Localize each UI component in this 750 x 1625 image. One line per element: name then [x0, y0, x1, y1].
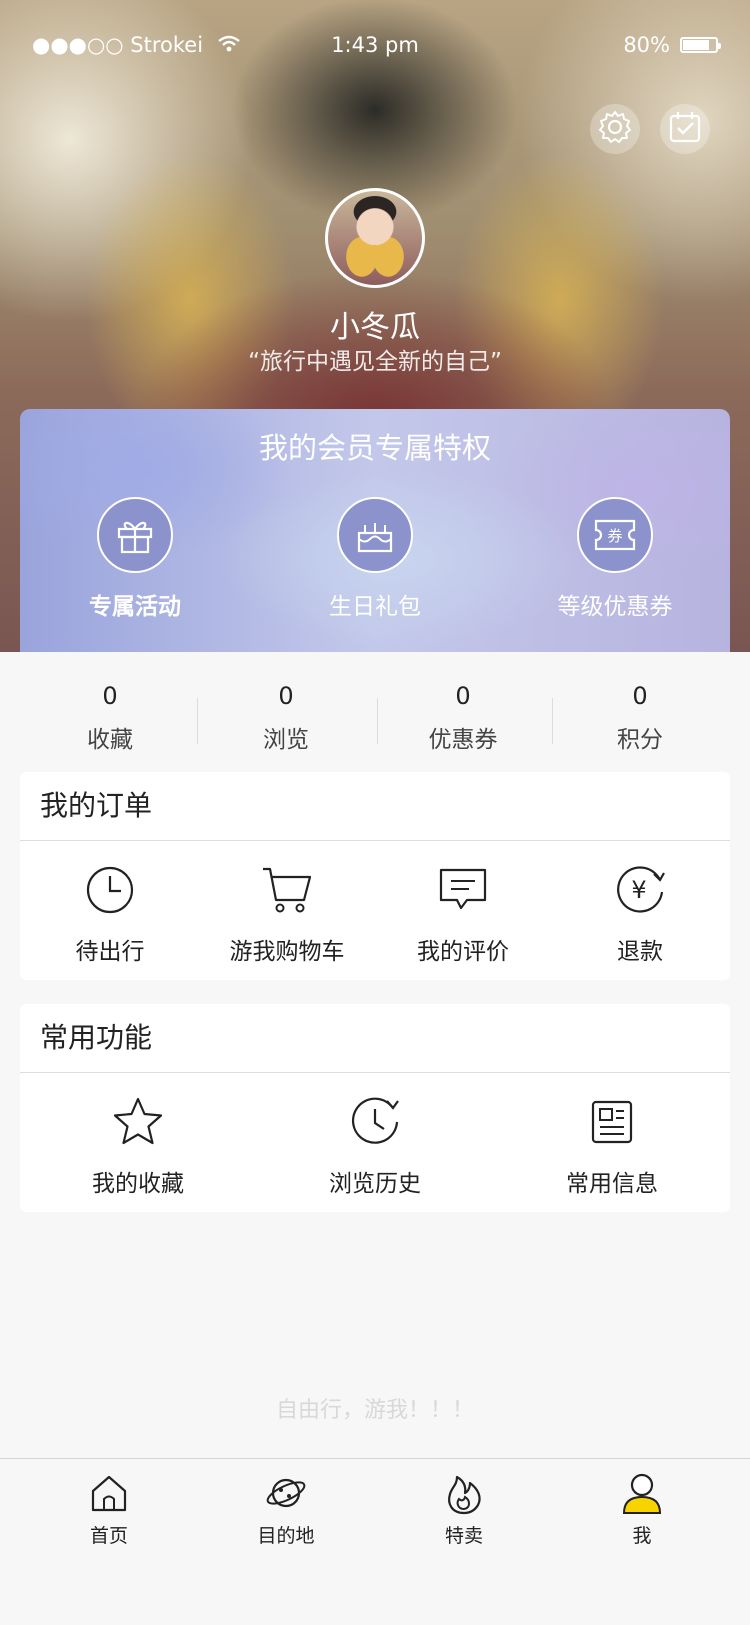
function-common-info[interactable]: 常用信息: [512, 1092, 712, 1198]
tab-bar: 首页 目的地 特卖 我: [0, 1458, 750, 1625]
battery-percent: 80%: [623, 33, 670, 57]
order-pending-trip[interactable]: 待出行: [20, 860, 200, 966]
vip-item-label: 生日礼包: [329, 594, 421, 620]
avatar[interactable]: [325, 188, 425, 288]
tab-home[interactable]: 首页: [49, 1469, 169, 1548]
refund-icon: ¥: [610, 860, 670, 920]
vip-item-label: 专属活动: [89, 594, 181, 620]
stat-label: 积分: [617, 727, 663, 753]
tab-label: 首页: [89, 1525, 128, 1547]
tab-label: 目的地: [257, 1525, 315, 1547]
functions-title: 常用功能: [20, 1004, 730, 1073]
functions-card: 常用功能 我的收藏 浏览历史 常用信息: [20, 1004, 730, 1212]
stat-favorites[interactable]: 0 收藏: [20, 682, 200, 754]
planet-icon: [262, 1469, 310, 1517]
refund-icon-text: ¥: [631, 876, 646, 904]
function-item-label: 我的收藏: [92, 1171, 184, 1197]
clock-icon: [80, 860, 140, 920]
stat-points[interactable]: 0 积分: [550, 682, 730, 754]
tab-sale[interactable]: 特卖: [404, 1469, 524, 1548]
function-history[interactable]: 浏览历史: [275, 1092, 475, 1198]
stat-label: 优惠券: [428, 727, 498, 753]
orders-title[interactable]: 我的订单: [20, 772, 730, 841]
orders-card: 我的订单 待出行 游我购物车 我的评价 ¥ 退款: [20, 772, 730, 980]
gear-icon: [597, 109, 633, 149]
order-item-label: 我的评价: [417, 939, 509, 965]
vip-privileges-card: 我的会员专属特权 专属活动 生日礼包 券 等级优惠券: [20, 409, 730, 653]
vip-item-activity[interactable]: 专属活动: [35, 497, 235, 621]
order-cart[interactable]: 游我购物车: [197, 860, 377, 966]
info-icon: [582, 1092, 642, 1152]
user-motto: “旅行中遇见全新的自己”: [248, 349, 502, 375]
order-item-label: 游我购物车: [229, 939, 345, 965]
user-icon: [618, 1469, 666, 1517]
coupon-icon: 券: [577, 497, 653, 573]
tab-me[interactable]: 我: [582, 1469, 702, 1548]
order-refund[interactable]: ¥ 退款: [550, 860, 730, 966]
user-name: 小冬瓜: [330, 310, 420, 345]
tab-label: 我: [632, 1525, 652, 1547]
settings-button[interactable]: [590, 104, 640, 154]
order-item-label: 待出行: [75, 939, 145, 965]
vip-item-label: 等级优惠券: [557, 594, 673, 620]
flame-icon: [440, 1469, 488, 1517]
star-icon: [108, 1092, 168, 1152]
tab-label: 特卖: [444, 1525, 483, 1547]
battery-icon: [680, 37, 721, 53]
calendar-check-icon: [667, 109, 703, 149]
stat-label: 浏览: [263, 727, 309, 753]
order-reviews[interactable]: 我的评价: [373, 860, 553, 966]
function-item-label: 浏览历史: [329, 1171, 421, 1197]
comment-icon: [433, 860, 493, 920]
status-bar: ●●●○○ Strokei 1:43 pm 80%: [0, 0, 750, 90]
vip-title: 我的会员专属特权: [258, 431, 491, 465]
stat-value: 0: [455, 682, 471, 710]
vip-item-coupon[interactable]: 券 等级优惠券: [515, 497, 715, 621]
coupon-icon-text: 券: [607, 527, 622, 545]
gift-icon: [97, 497, 173, 573]
function-item-label: 常用信息: [566, 1171, 658, 1197]
stat-coupons[interactable]: 0 优惠券: [373, 682, 553, 754]
home-icon: [85, 1469, 133, 1517]
tab-destination[interactable]: 目的地: [226, 1469, 346, 1548]
order-item-label: 退款: [617, 939, 663, 965]
stat-browsed[interactable]: 0 浏览: [196, 682, 376, 754]
stat-label: 收藏: [87, 727, 133, 753]
stat-value: 0: [102, 682, 118, 710]
vip-item-birthday[interactable]: 生日礼包: [275, 497, 475, 621]
stats-bar: 0 收藏 0 浏览 0 优惠券 0 积分: [0, 652, 750, 770]
stat-value: 0: [278, 682, 294, 710]
history-icon: [345, 1092, 405, 1152]
battery-status: 80%: [623, 33, 721, 57]
stat-value: 0: [632, 682, 648, 710]
slogan: 自由行，游我！！！: [275, 1398, 474, 1423]
cake-icon: [337, 497, 413, 573]
function-favorites[interactable]: 我的收藏: [38, 1092, 238, 1198]
cart-icon: [257, 860, 317, 920]
checkin-button[interactable]: [660, 104, 710, 154]
